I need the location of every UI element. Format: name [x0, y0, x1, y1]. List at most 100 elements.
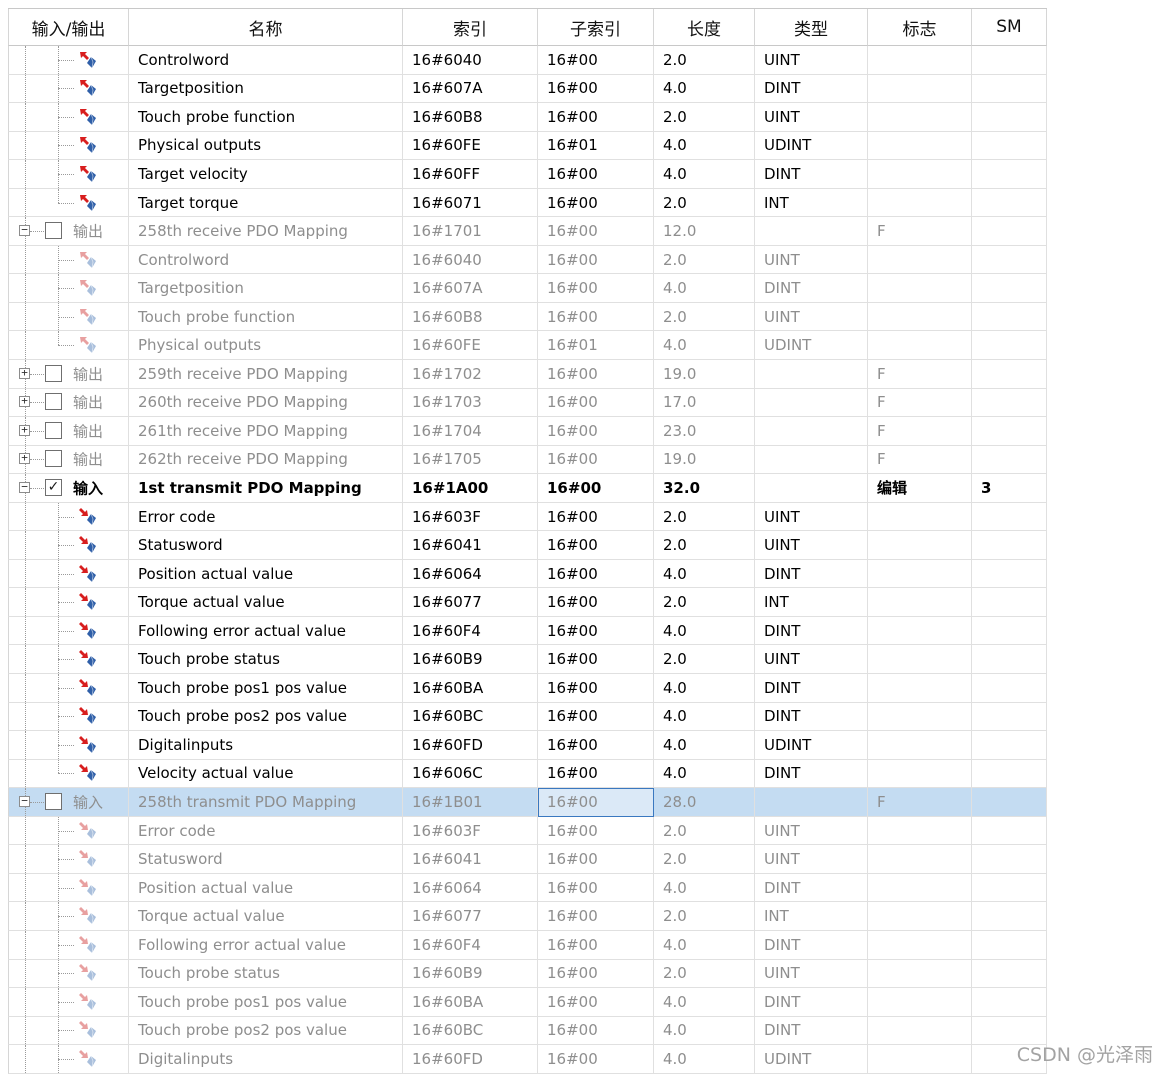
header-length[interactable]: 长度	[654, 9, 755, 46]
pdo-entry-row[interactable]: Position actual value 16#6064 16#00 4.0 DINT	[8, 873, 1047, 903]
pdo-entry-row[interactable]: Digitalinputs 16#60FD 16#00 4.0 UDINT	[8, 1045, 1047, 1074]
entry-sm	[972, 131, 1047, 161]
io-cell	[8, 702, 129, 732]
entry-type	[755, 788, 868, 817]
pdo-group-row[interactable]: − 输出 258th receive PDO Mapping 16#1701 16#00…	[8, 217, 1047, 246]
checkbox-icon[interactable]	[45, 222, 62, 240]
pdo-entry-row[interactable]: Following error actual value 16#60F4 16#00…	[8, 616, 1047, 646]
pdo-group-row[interactable]: − 输入 258th transmit PDO Mapping 16#1B01 16#0…	[8, 788, 1047, 817]
pdo-group-row[interactable]: + 输出 260th receive PDO Mapping 16#1703 16#00…	[8, 388, 1047, 418]
entry-flag	[868, 502, 972, 532]
entry-sm	[972, 74, 1047, 104]
pdo-entry-row[interactable]: Physical outputs 16#60FE 16#01 4.0 UDINT	[8, 331, 1047, 361]
header-sm[interactable]: SM	[972, 9, 1047, 46]
pdo-entry-row[interactable]: Touch probe function 16#60B8 16#00 2.0 UINT	[8, 103, 1047, 132]
pdo-group-row[interactable]: − ✓ 输入 1st transmit PDO Mapping 16#1A00 16#00…	[8, 474, 1047, 503]
pdo-entry-row[interactable]: Touch probe status 16#60B9 16#00 2.0 UINT	[8, 645, 1047, 675]
entry-type: DINT	[755, 559, 868, 589]
pdo-entry-row[interactable]: Controlword 16#6040 16#00 2.0 UINT	[8, 46, 1047, 75]
checkbox-icon[interactable]	[45, 421, 62, 439]
entry-type: DINT	[755, 274, 868, 303]
pdo-entry-row[interactable]: Target velocity 16#60FF 16#00 4.0 DINT	[8, 160, 1047, 189]
tree-collapse-icon[interactable]: −	[19, 795, 30, 807]
entry-sm	[972, 360, 1047, 389]
pdo-entry-row[interactable]: Controlword 16#6040 16#00 2.0 UINT	[8, 245, 1047, 275]
checkbox-icon[interactable]	[45, 792, 62, 810]
pdo-entry-row[interactable]: Position actual value 16#6064 16#00 4.0 DINT	[8, 559, 1047, 589]
pdo-entry-row[interactable]: Following error actual value 16#60F4 16#00…	[8, 930, 1047, 960]
entry-subindex: 16#00	[538, 1045, 654, 1074]
io-cell	[8, 74, 129, 104]
tree-line	[25, 103, 26, 131]
checkbox-icon[interactable]	[45, 364, 62, 382]
tree-line	[58, 188, 59, 203]
pdo-entry-row[interactable]: Touch probe status 16#60B9 16#00 2.0 UINT	[8, 959, 1047, 989]
tree-expand-icon[interactable]: +	[19, 424, 30, 436]
pdo-entry-row[interactable]: Torque actual value 16#6077 16#00 2.0 INT	[8, 588, 1047, 617]
pdo-entry-row[interactable]: Digitalinputs 16#60FD 16#00 4.0 UDINT	[8, 731, 1047, 760]
entry-subindex: 16#00	[538, 759, 654, 789]
header-subindex[interactable]: 子索引	[538, 9, 654, 46]
entry-subindex: 16#00	[538, 845, 654, 874]
header-flag[interactable]: 标志	[868, 9, 972, 46]
pdo-group-row[interactable]: + 输出 261th receive PDO Mapping 16#1704 16#00…	[8, 417, 1047, 446]
pdo-entry-icon	[80, 280, 96, 297]
tree-line	[25, 160, 26, 188]
pdo-entry-row[interactable]: Targetposition 16#607A 16#00 4.0 DINT	[8, 274, 1047, 303]
header-index[interactable]: 索引	[403, 9, 538, 46]
entry-sm	[972, 616, 1047, 646]
entry-name: Following error actual value	[129, 616, 403, 646]
pdo-entry-row[interactable]: Physical outputs 16#60FE 16#01 4.0 UDINT	[8, 131, 1047, 161]
entry-sm	[972, 702, 1047, 732]
entry-name: Velocity actual value	[129, 759, 403, 789]
io-cell	[8, 302, 129, 332]
entry-sm	[972, 930, 1047, 960]
pdo-entry-row[interactable]: Error code 16#603F 16#00 2.0 UINT	[8, 816, 1047, 846]
header-type[interactable]: 类型	[755, 9, 868, 46]
io-cell	[8, 645, 129, 675]
pdo-entry-row[interactable]: Touch probe function 16#60B8 16#00 2.0 UINT	[8, 302, 1047, 332]
tree-collapse-icon[interactable]: −	[19, 481, 30, 493]
pdo-entry-row[interactable]: Error code 16#603F 16#00 2.0 UINT	[8, 502, 1047, 532]
entry-flag	[868, 988, 972, 1017]
pdo-entry-icon	[79, 735, 96, 753]
tree-line	[58, 88, 74, 90]
pdo-entry-icon	[80, 51, 96, 68]
checkbox-icon[interactable]	[45, 450, 62, 468]
tree-line	[25, 616, 26, 645]
checkbox-icon[interactable]	[45, 393, 62, 411]
tree-expand-icon[interactable]: +	[19, 452, 30, 465]
pdo-entry-row[interactable]: Touch probe pos2 pos value 16#60BC 16#00 4.…	[8, 702, 1047, 732]
tree-collapse-icon[interactable]: −	[19, 224, 30, 237]
pdo-entry-row[interactable]: Targetposition 16#607A 16#00 4.0 DINT	[8, 74, 1047, 104]
tree-line	[58, 859, 74, 861]
pdo-entry-row[interactable]: Touch probe pos1 pos value 16#60BA 16#00 4.…	[8, 988, 1047, 1017]
pdo-entry-row[interactable]: Velocity actual value 16#606C 16#00 4.0 DINT	[8, 759, 1047, 789]
checkbox-icon[interactable]: ✓	[45, 478, 62, 496]
io-cell	[8, 103, 129, 132]
tree-line	[25, 1016, 26, 1045]
tree-line	[58, 1001, 74, 1003]
pdo-entry-row[interactable]: Touch probe pos1 pos value 16#60BA 16#00 4.…	[8, 674, 1047, 703]
pdo-group-row[interactable]: + 输出 259th receive PDO Mapping 16#1702 16#00…	[8, 360, 1047, 389]
entry-index: 16#60B9	[403, 645, 538, 675]
pdo-group-row[interactable]: + 输出 262th receive PDO Mapping 16#1705 16#00…	[8, 445, 1047, 475]
header-name[interactable]: 名称	[129, 9, 403, 46]
entry-length: 4.0	[654, 988, 755, 1017]
entry-name: 261th receive PDO Mapping	[129, 417, 403, 446]
pdo-entry-row[interactable]: Statusword 16#6041 16#00 2.0 UINT	[8, 531, 1047, 560]
pdo-entry-row[interactable]: Statusword 16#6041 16#00 2.0 UINT	[8, 845, 1047, 874]
pdo-entry-row[interactable]: Touch probe pos2 pos value 16#60BC 16#00 4.…	[8, 1016, 1047, 1046]
entry-name: Digitalinputs	[129, 731, 403, 760]
entry-flag	[868, 131, 972, 161]
entry-type: INT	[755, 588, 868, 617]
tree-expand-icon[interactable]: +	[19, 367, 30, 379]
header-io[interactable]: 输入/输出	[8, 9, 129, 46]
entry-type: DINT	[755, 1016, 868, 1046]
entry-subindex: 16#00	[538, 217, 654, 246]
entry-name: Controlword	[129, 46, 403, 75]
pdo-entry-row[interactable]: Torque actual value 16#6077 16#00 2.0 INT	[8, 902, 1047, 931]
tree-expand-icon[interactable]: +	[19, 395, 30, 408]
pdo-entry-row[interactable]: Target torque 16#6071 16#00 2.0 INT	[8, 188, 1047, 218]
entry-name: 262th receive PDO Mapping	[129, 445, 403, 475]
